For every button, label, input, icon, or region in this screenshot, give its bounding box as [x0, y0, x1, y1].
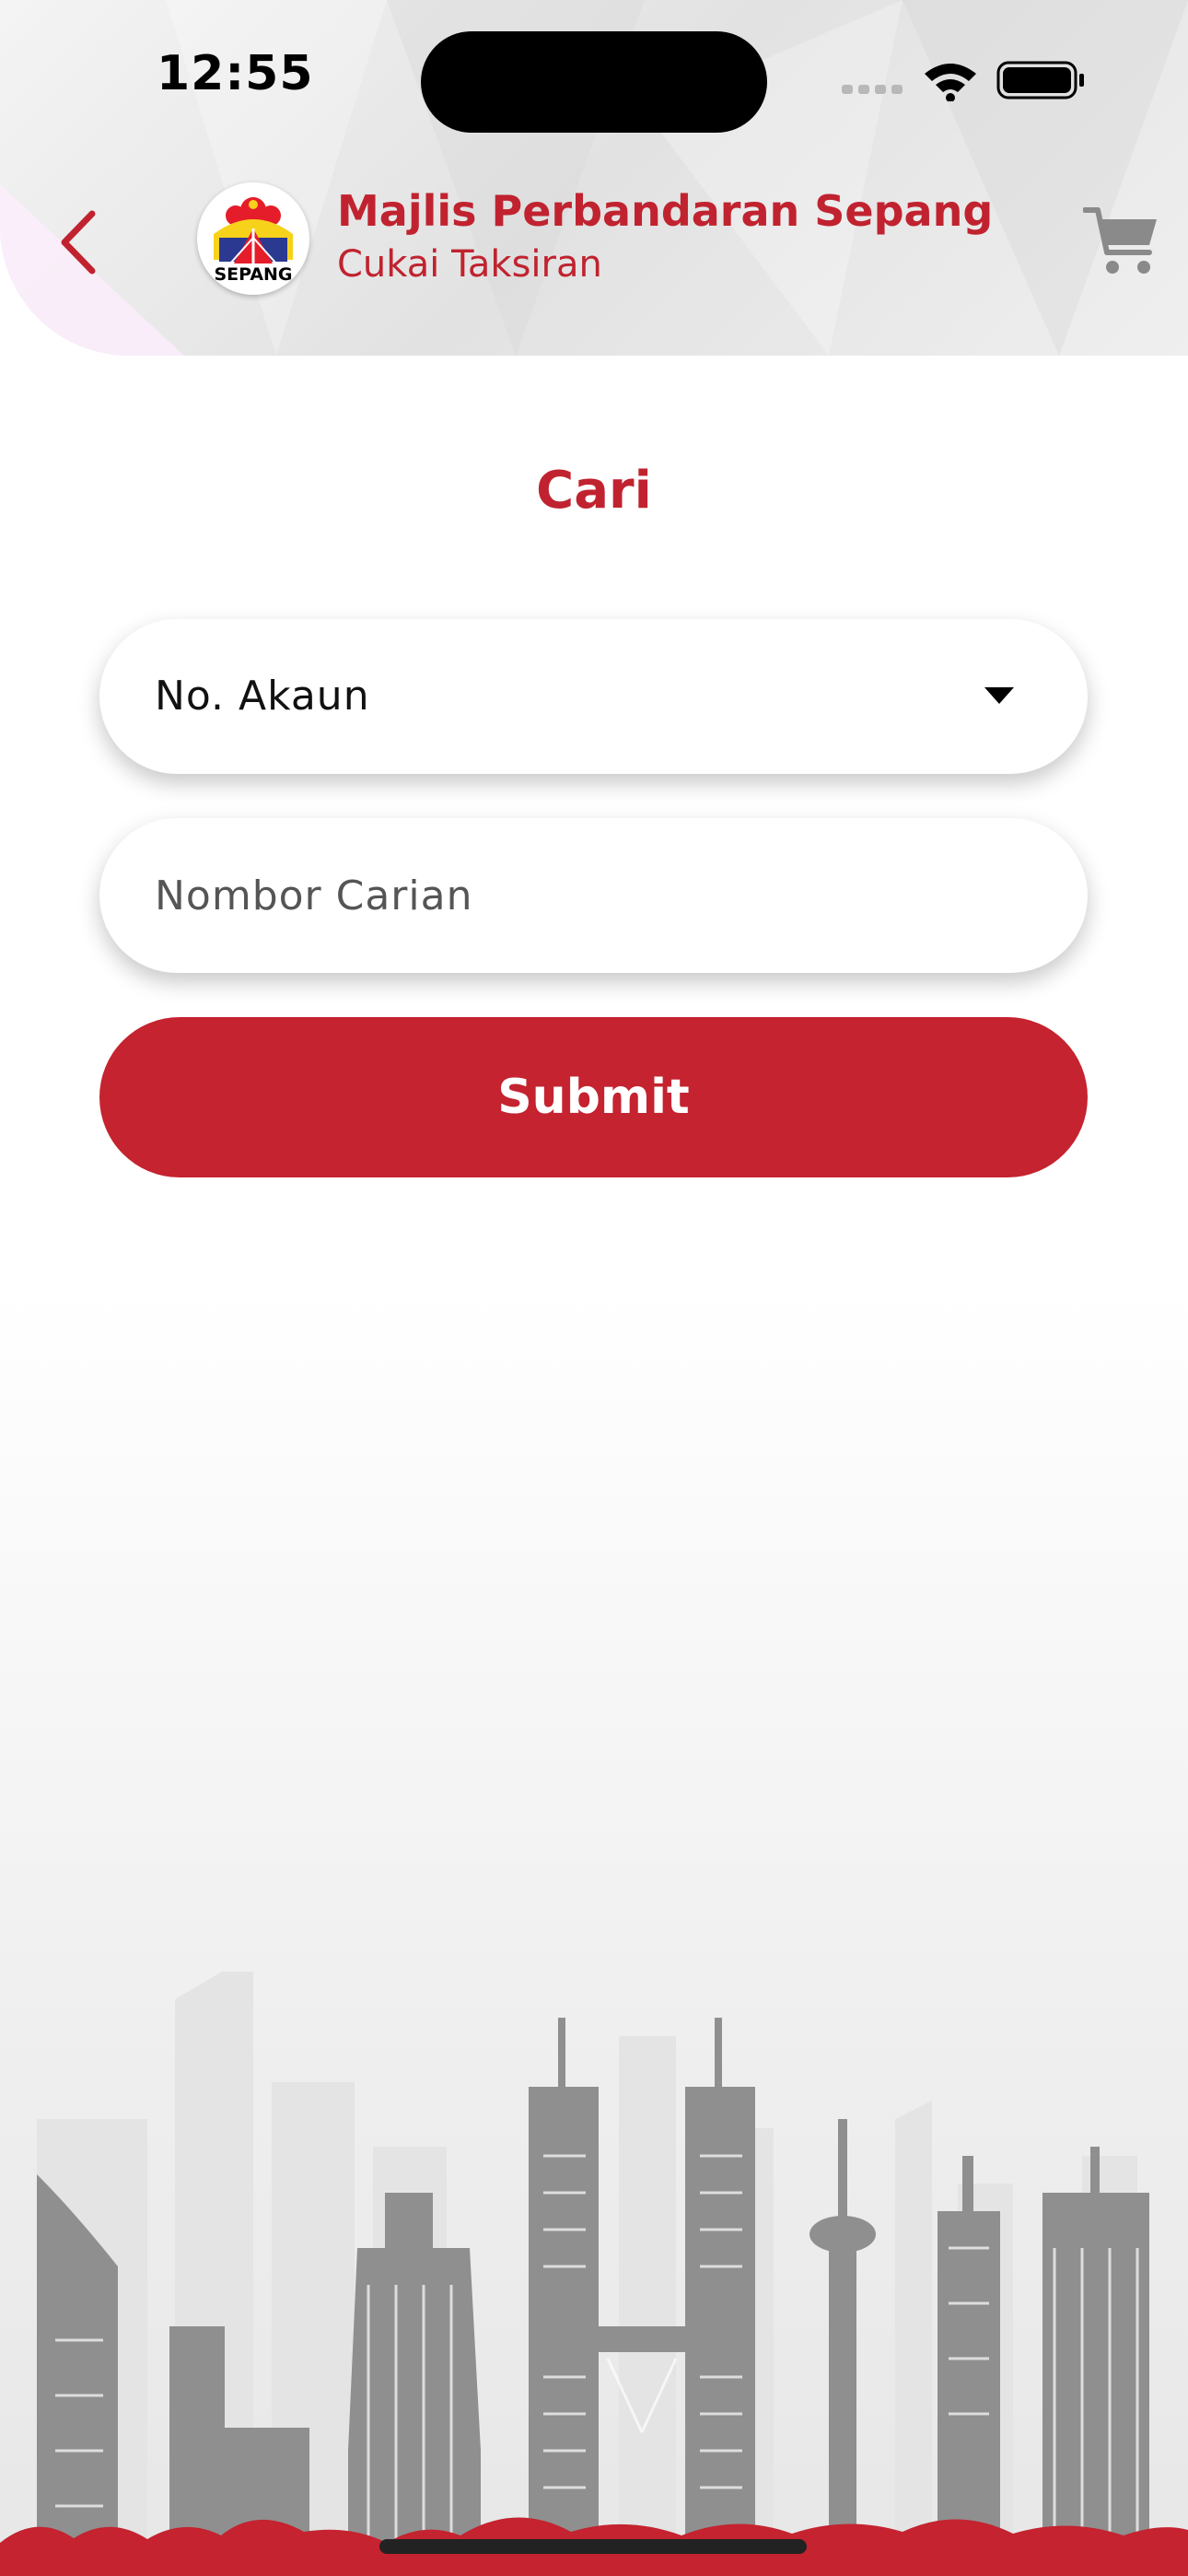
- search-type-dropdown[interactable]: No. Akaun: [99, 619, 1088, 774]
- status-time: 12:55: [157, 46, 314, 101]
- city-skyline-illustration: [0, 1972, 1188, 2576]
- chevron-left-icon: [61, 210, 96, 275]
- cart-icon: [1082, 207, 1157, 274]
- search-number-input[interactable]: [155, 818, 1030, 973]
- caret-down-icon: [984, 687, 1014, 704]
- search-number-field: [99, 818, 1088, 973]
- org-logo: SEPANG: [197, 182, 309, 295]
- battery-icon: [996, 61, 1084, 100]
- cart-button[interactable]: [1082, 203, 1160, 280]
- app-header: 12:55 SEPANG Majlis Perbandaran Sepang C…: [0, 0, 1188, 356]
- svg-text:SEPANG: SEPANG: [214, 264, 292, 285]
- signal-icon: [842, 85, 903, 94]
- org-name: Majlis Perbandaran Sepang: [337, 186, 994, 236]
- page-title: Cari: [536, 461, 652, 521]
- wifi-icon: [925, 64, 976, 102]
- status-icons: [840, 55, 1089, 105]
- back-button[interactable]: [52, 201, 107, 284]
- service-name: Cukai Taksiran: [337, 243, 602, 286]
- submit-button[interactable]: Submit: [99, 1017, 1088, 1177]
- home-indicator[interactable]: [379, 2539, 807, 2554]
- search-type-value: No. Akaun: [155, 673, 370, 720]
- dynamic-island: [421, 31, 767, 133]
